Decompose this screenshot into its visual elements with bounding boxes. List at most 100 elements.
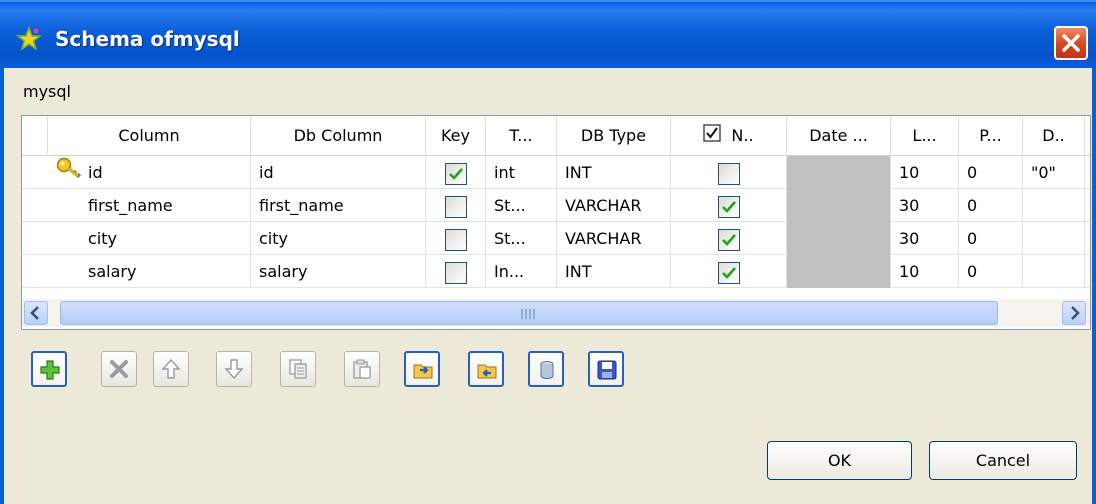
key-checkbox[interactable]: [444, 228, 467, 251]
cell-nullable[interactable]: [671, 222, 787, 255]
schema-table[interactable]: Column Db Column Key T... DB Type N.. Da…: [21, 115, 1091, 330]
key-checkbox[interactable]: [444, 162, 467, 185]
cell-length[interactable]: 10: [891, 255, 959, 288]
row-marker: [22, 222, 48, 255]
cell-column[interactable]: city: [48, 222, 251, 255]
cell-length[interactable]: 30: [891, 222, 959, 255]
key-checkbox[interactable]: [444, 195, 467, 218]
scroll-right-button[interactable]: [1062, 301, 1086, 325]
cell-precision[interactable]: 0: [959, 255, 1023, 288]
cell-nullable[interactable]: [671, 255, 787, 288]
ok-button[interactable]: OK: [767, 441, 912, 480]
retrieve-schema-button[interactable]: [528, 351, 564, 387]
header-type[interactable]: T...: [486, 116, 557, 156]
cell-column[interactable]: id: [48, 156, 251, 189]
copy-icon: [289, 359, 307, 379]
close-icon: [1062, 34, 1080, 52]
cell-type[interactable]: St...: [486, 222, 557, 255]
header-length[interactable]: L...: [891, 116, 959, 156]
table-header: Column Db Column Key T... DB Type N.. Da…: [22, 116, 1090, 156]
cell-default[interactable]: [1023, 255, 1085, 288]
cell-date-pattern[interactable]: [787, 255, 891, 288]
cell-nullable[interactable]: [671, 189, 787, 222]
cell-type[interactable]: St...: [486, 189, 557, 222]
table-row[interactable]: id id int INT 10 0 "0": [22, 156, 1090, 189]
nullable-checkbox[interactable]: [717, 195, 740, 218]
column-name: id: [88, 163, 103, 182]
header-default[interactable]: D..: [1023, 116, 1085, 156]
horizontal-scrollbar[interactable]: [22, 299, 1090, 327]
copy-button[interactable]: [280, 351, 316, 387]
cell-date-pattern[interactable]: [787, 189, 891, 222]
header-column[interactable]: Column: [48, 116, 251, 156]
cell-default[interactable]: [1023, 189, 1085, 222]
scroll-thumb[interactable]: [60, 301, 998, 325]
database-icon: [540, 361, 554, 379]
export-schema-button[interactable]: [468, 351, 504, 387]
cell-key[interactable]: [426, 189, 486, 222]
cell-key[interactable]: [426, 156, 486, 189]
cell-nullable[interactable]: [671, 156, 787, 189]
cell-length[interactable]: 10: [891, 156, 959, 189]
chevron-left-icon: [30, 306, 39, 320]
move-up-icon: [161, 358, 181, 379]
move-down-button[interactable]: [216, 351, 252, 387]
cell-db-type[interactable]: INT: [557, 156, 671, 189]
cell-date-pattern[interactable]: [787, 156, 891, 189]
cell-column[interactable]: first_name: [48, 189, 251, 222]
cell-precision[interactable]: 0: [959, 189, 1023, 222]
save-schema-button[interactable]: [588, 351, 624, 387]
cell-date-pattern[interactable]: [787, 222, 891, 255]
cell-length[interactable]: 30: [891, 189, 959, 222]
table-row[interactable]: city city St... VARCHAR 30 0: [22, 222, 1090, 255]
key-icon: [56, 157, 82, 189]
cell-type[interactable]: In...: [486, 255, 557, 288]
row-marker: [22, 255, 48, 288]
add-icon: [40, 360, 60, 380]
cell-db-type[interactable]: VARCHAR: [557, 222, 671, 255]
header-db-column[interactable]: Db Column: [251, 116, 426, 156]
close-button[interactable]: [1054, 26, 1088, 60]
cell-type[interactable]: int: [486, 156, 557, 189]
schema-name-label: mysql: [23, 82, 71, 101]
cell-precision[interactable]: 0: [959, 156, 1023, 189]
cell-precision[interactable]: 0: [959, 222, 1023, 255]
add-button[interactable]: [31, 351, 67, 387]
key-checkbox[interactable]: [444, 261, 467, 284]
remove-button[interactable]: [101, 351, 137, 387]
cell-db-column[interactable]: first_name: [251, 189, 426, 222]
save-icon: [597, 360, 617, 380]
scroll-left-button[interactable]: [24, 301, 48, 325]
window-title: Schema ofmysql: [55, 27, 240, 51]
window-frame-right: [1092, 68, 1096, 504]
table-row[interactable]: salary salary In... INT 10 0: [22, 255, 1090, 288]
cell-column[interactable]: salary: [48, 255, 251, 288]
cell-key[interactable]: [426, 255, 486, 288]
cell-db-type[interactable]: INT: [557, 255, 671, 288]
header-key[interactable]: Key: [426, 116, 486, 156]
paste-button[interactable]: [344, 351, 380, 387]
nullable-checkbox[interactable]: [717, 228, 740, 251]
cell-db-type[interactable]: VARCHAR: [557, 189, 671, 222]
import-schema-button[interactable]: [404, 351, 440, 387]
move-down-icon: [224, 359, 244, 380]
header-db-type[interactable]: DB Type: [557, 116, 671, 156]
cell-db-column[interactable]: city: [251, 222, 426, 255]
table-row[interactable]: first_name first_name St... VARCHAR 30 0: [22, 189, 1090, 222]
cell-key[interactable]: [426, 222, 486, 255]
cell-db-column[interactable]: id: [251, 156, 426, 189]
cell-default[interactable]: "0": [1023, 156, 1085, 189]
paste-icon: [353, 359, 371, 379]
nullable-checkbox[interactable]: [717, 261, 740, 284]
header-precision[interactable]: P...: [959, 116, 1023, 156]
cell-db-column[interactable]: salary: [251, 255, 426, 288]
row-marker: [22, 189, 48, 222]
nullable-checkbox[interactable]: [717, 162, 740, 185]
title-bar[interactable]: Schema ofmysql: [0, 0, 1096, 68]
header-nullable[interactable]: N..: [671, 116, 787, 156]
cancel-button[interactable]: Cancel: [929, 441, 1077, 480]
header-date-pattern[interactable]: Date ...: [787, 116, 891, 156]
move-up-button[interactable]: [153, 351, 189, 387]
header-nullable-checkbox-icon[interactable]: [703, 117, 722, 157]
cell-default[interactable]: [1023, 222, 1085, 255]
